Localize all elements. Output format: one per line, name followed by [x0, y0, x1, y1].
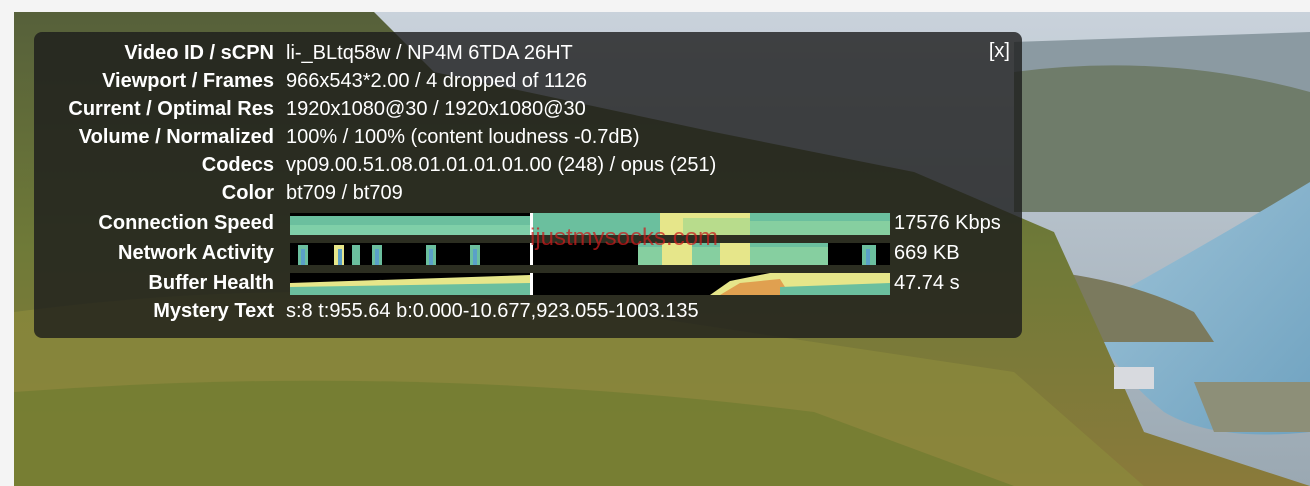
buffer-health-graph	[290, 273, 890, 295]
stat-row-resolution: Current / Optimal Res 1920x1080@30 / 192…	[34, 96, 1022, 124]
stat-label: Video ID / sCPN	[124, 42, 274, 64]
stat-row-mystery-text: Mystery Text s:8 t:955.64 b:0.000-10.677…	[34, 298, 1022, 326]
stat-row-buffer-health: Buffer Health 47.74 s	[34, 270, 1022, 298]
stat-row-video-id: Video ID / sCPN li-_BLtq58w / NP4M 6TDA …	[34, 40, 1022, 68]
stat-value: vp09.00.51.08.01.01.01.01.00 (248) / opu…	[286, 154, 717, 176]
stat-row-connection-speed: Connection Speed 17576 Kbps	[34, 210, 1022, 238]
stat-value: 966x543*2.00 / 4 dropped of 1126	[286, 70, 587, 92]
stat-row-viewport: Viewport / Frames 966x543*2.00 / 4 dropp…	[34, 68, 1022, 96]
buffer-health-value: 47.74 s	[894, 272, 960, 294]
network-activity-graph	[290, 243, 890, 265]
stat-value: 1920x1080@30 / 1920x1080@30	[286, 98, 586, 120]
stat-value: 100% / 100% (content loudness -0.7dB)	[286, 126, 640, 148]
stat-row-network-activity: Network Activity 669 KB	[34, 240, 1022, 268]
stat-label: Color	[221, 182, 274, 204]
stat-label: Buffer Health	[148, 272, 274, 294]
stat-row-color: Color bt709 / bt709	[34, 180, 1022, 208]
stat-label: Current / Optimal Res	[68, 98, 274, 120]
connection-speed-value: 17576 Kbps	[894, 212, 1001, 234]
stats-for-nerds-panel: [x] Video ID / sCPN li-_BLtq58w / NP4M 6…	[34, 32, 1022, 338]
stat-label: Connection Speed	[98, 212, 274, 234]
stat-value: bt709 / bt709	[286, 182, 403, 204]
stat-label: Volume / Normalized	[78, 126, 274, 148]
stat-value: s:8 t:955.64 b:0.000-10.677,923.055-1003…	[286, 300, 699, 322]
stat-label: Codecs	[201, 154, 274, 176]
network-activity-value: 669 KB	[894, 242, 960, 264]
stat-label: Viewport / Frames	[102, 70, 274, 92]
stat-row-codecs: Codecs vp09.00.51.08.01.01.01.01.00 (248…	[34, 152, 1022, 180]
connection-speed-graph	[290, 213, 890, 235]
stat-label: Network Activity	[118, 242, 274, 264]
stat-label: Mystery Text	[153, 300, 274, 322]
stat-row-volume: Volume / Normalized 100% / 100% (content…	[34, 124, 1022, 152]
stat-value: li-_BLtq58w / NP4M 6TDA 26HT	[286, 42, 573, 64]
